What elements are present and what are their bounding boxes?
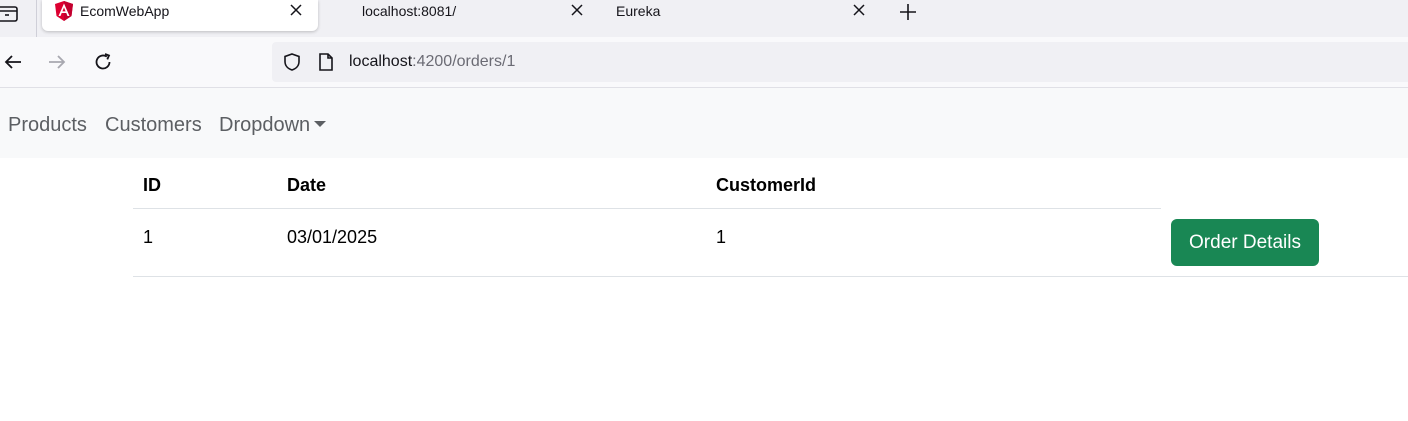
tab-title: Eureka (616, 3, 661, 19)
cell-order-date: 03/01/2025 (287, 227, 378, 247)
url-host: localhost (349, 53, 413, 70)
column-header-date: Date (287, 175, 327, 195)
browser-nav-bar: localhost:4200/orders/1 (0, 37, 1408, 88)
shield-icon[interactable] (282, 52, 302, 72)
column-header-customer-id: CustomerId (716, 175, 817, 195)
table-row-divider (133, 276, 1408, 277)
app-navbar: Products Customers Dropdown (0, 88, 1408, 158)
tab-ecomwebapp[interactable]: EcomWebApp (42, 0, 318, 31)
back-arrow-icon[interactable] (2, 51, 24, 73)
forward-arrow-icon (46, 51, 68, 73)
angular-icon (54, 1, 74, 21)
nav-link-products[interactable]: Products (8, 114, 87, 137)
address-bar[interactable]: localhost:4200/orders/1 (272, 42, 1408, 82)
caret-down-icon (314, 121, 327, 127)
close-icon[interactable] (568, 1, 586, 19)
tab-title: localhost:8081/ (362, 3, 457, 19)
cell-order-id: 1 (143, 227, 154, 247)
url-path: :4200/orders/1 (412, 53, 516, 70)
browser-tab-strip: EcomWebApp localhost:8081/ Eureka (0, 0, 1408, 37)
close-icon[interactable] (287, 1, 305, 19)
nav-dropdown-label: Dropdown (219, 114, 311, 136)
page-icon[interactable] (317, 52, 335, 72)
url-text[interactable]: localhost:4200/orders/1 (349, 53, 515, 71)
tab-separator (36, 0, 37, 37)
order-details-button[interactable]: Order Details (1171, 219, 1319, 266)
tab-list-icon[interactable] (0, 2, 20, 22)
reload-icon[interactable] (92, 51, 114, 73)
tab-localhost-8081[interactable]: localhost:8081/ (350, 0, 600, 31)
close-icon[interactable] (850, 1, 868, 19)
tab-title: EcomWebApp (80, 3, 170, 19)
new-tab-plus-icon[interactable] (897, 1, 919, 23)
nav-dropdown[interactable]: Dropdown (219, 114, 327, 137)
tab-eureka[interactable]: Eureka (604, 0, 880, 31)
nav-link-customers[interactable]: Customers (105, 114, 202, 137)
table-header-divider (133, 208, 1161, 209)
column-header-id: ID (143, 175, 161, 195)
cell-customer-id: 1 (716, 227, 727, 247)
